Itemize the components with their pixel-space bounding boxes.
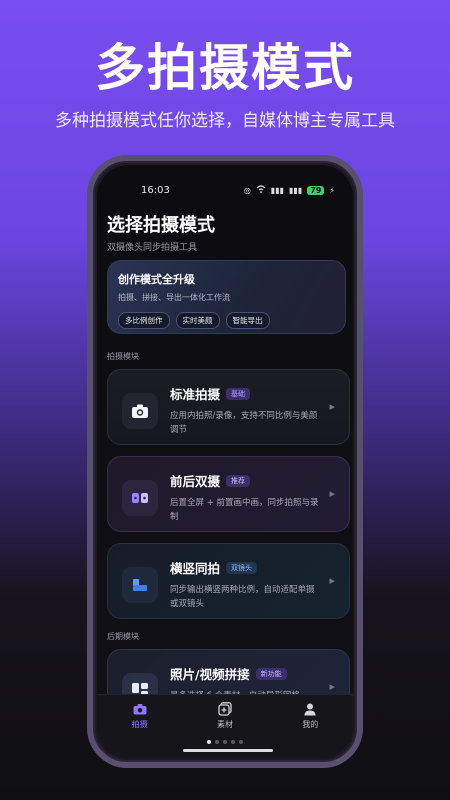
home-indicator bbox=[183, 749, 273, 752]
chip-multi-ratio[interactable]: 多比例创作 bbox=[118, 312, 170, 329]
signal-icon: ▮▮▮ bbox=[270, 185, 285, 195]
status-time: 16:03 bbox=[141, 184, 170, 196]
page-dot bbox=[223, 740, 227, 744]
mode-card-aspect[interactable]: 横竖同拍 双镜头 同步输出横竖两种比例，自动适配单摄或双镜头 ▸ bbox=[107, 543, 350, 619]
wifi-icon bbox=[256, 185, 266, 195]
chip-beauty[interactable]: 实时美颜 bbox=[175, 312, 220, 329]
chip-export[interactable]: 智能导出 bbox=[225, 312, 270, 329]
section-label-capture: 拍摄模块 bbox=[107, 352, 139, 361]
tab-capture[interactable]: 拍摄 bbox=[110, 701, 170, 758]
phone-mockup: 16:03 ◎ ▮▮▮ ▮▮▮ 79 ⚡ 选择拍摄模式 双摄像头同步拍摄工具 创… bbox=[87, 155, 363, 768]
chevron-right-icon: ▸ bbox=[329, 487, 335, 500]
hero-title: 多拍摄模式 bbox=[95, 39, 355, 97]
page-title: 选择拍摄模式 bbox=[107, 215, 215, 236]
section-label-post: 后期模块 bbox=[107, 632, 139, 641]
tab-label: 素材 bbox=[216, 720, 233, 729]
app-screen: 16:03 ◎ ▮▮▮ ▮▮▮ 79 ⚡ 选择拍摄模式 双摄像头同步拍摄工具 创… bbox=[97, 165, 353, 758]
promo-chips: 多比例创作 实时美颜 智能导出 bbox=[118, 312, 335, 329]
card-description: 应用内拍照/录像，支持不同比例与美颜调节 bbox=[170, 411, 318, 435]
user-icon bbox=[304, 701, 316, 717]
card-title: 前后双摄 bbox=[170, 474, 221, 489]
aspect-ratio-icon bbox=[122, 567, 158, 603]
page-dot bbox=[207, 740, 211, 744]
camera-icon bbox=[122, 393, 158, 429]
chevron-right-icon: ▸ bbox=[329, 680, 335, 693]
status-icons: ◎ ▮▮▮ ▮▮▮ 79 ⚡ bbox=[244, 185, 335, 195]
page-subtitle: 双摄像头同步拍摄工具 bbox=[107, 243, 198, 253]
card-title: 标准拍摄 bbox=[170, 387, 221, 402]
card-tag: 双镜头 bbox=[226, 561, 258, 574]
tab-label: 我的 bbox=[302, 720, 319, 729]
tab-label: 拍摄 bbox=[131, 720, 148, 729]
mode-card-dual[interactable]: 前后双摄 推荐 后置全屏 + 前置画中画，同步拍照与录制 ▸ bbox=[107, 456, 350, 532]
status-bar: 16:03 ◎ ▮▮▮ ▮▮▮ 79 ⚡ bbox=[141, 183, 335, 197]
camera-icon bbox=[133, 701, 147, 717]
dual-camera-icon bbox=[122, 480, 158, 516]
signal-icon-2: ▮▮▮ bbox=[289, 185, 303, 195]
page-dot bbox=[239, 740, 243, 744]
charging-icon: ⚡ bbox=[329, 185, 335, 195]
promo-banner[interactable]: 创作模式全升级 拍摄、拼接、导出一体化工作流 多比例创作 实时美颜 智能导出 bbox=[107, 260, 346, 334]
nfc-icon: ◎ bbox=[243, 185, 251, 195]
mode-card-standard[interactable]: 标准拍摄 基础 应用内拍照/录像，支持不同比例与美颜调节 ▸ bbox=[107, 369, 350, 445]
chevron-right-icon: ▸ bbox=[329, 574, 335, 587]
card-tag: 推荐 bbox=[226, 474, 251, 487]
promo-description: 拍摄、拼接、导出一体化工作流 bbox=[118, 293, 230, 302]
bottom-tab-bar: 拍摄 素材 我的 bbox=[97, 694, 353, 758]
page-dot bbox=[215, 740, 219, 744]
card-description: 后置全屏 + 前置画中画，同步拍照与录制 bbox=[170, 498, 319, 522]
card-title: 横竖同拍 bbox=[170, 561, 221, 576]
battery-icon: 79 bbox=[307, 185, 325, 195]
card-title: 照片/视频拼接 bbox=[170, 667, 250, 682]
tab-profile[interactable]: 我的 bbox=[280, 701, 340, 758]
page-dot bbox=[231, 740, 235, 744]
add-media-icon bbox=[218, 701, 232, 717]
card-tag: 新功能 bbox=[255, 667, 287, 680]
page-indicator bbox=[97, 740, 353, 744]
card-tag: 基础 bbox=[226, 387, 251, 400]
card-description: 同步输出横竖两种比例，自动适配单摄或双镜头 bbox=[170, 585, 315, 609]
hero-subtitle: 多种拍摄模式任你选择，自媒体博主专属工具 bbox=[55, 111, 395, 131]
promo-title: 创作模式全升级 bbox=[118, 273, 195, 286]
chevron-right-icon: ▸ bbox=[329, 400, 335, 413]
